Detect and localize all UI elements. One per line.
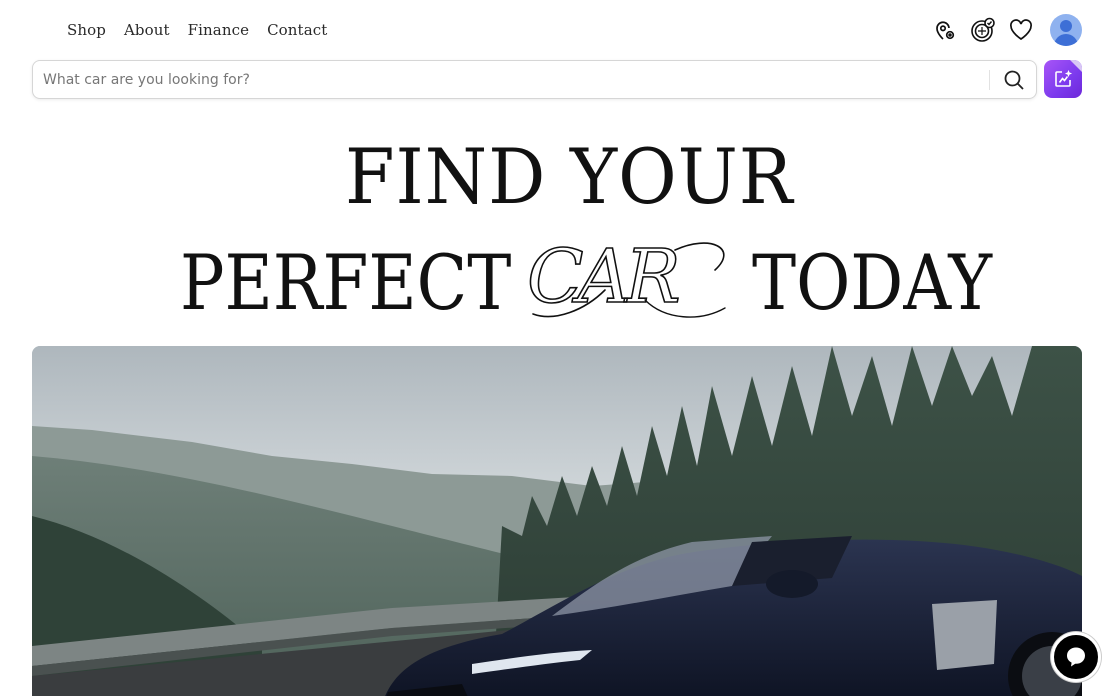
headline-line-2-left: PERFECT: [180, 238, 512, 327]
sparkle-edit-icon: [1055, 69, 1073, 87]
search-bar: [32, 60, 1037, 99]
ai-assistant-button[interactable]: [1044, 60, 1082, 98]
hero-video[interactable]: [32, 346, 1082, 696]
dealer-badge-icon[interactable]: [970, 17, 996, 43]
hero-car-scene: [32, 346, 1082, 696]
car-side-blade: [932, 600, 997, 670]
location-pin-icon[interactable]: [932, 17, 958, 43]
headline-line-2-right: TODAY: [752, 238, 993, 327]
chat-bubble-icon: [1067, 647, 1085, 667]
car-mirror: [766, 570, 818, 598]
nav-about[interactable]: About: [124, 20, 170, 40]
nav-shop[interactable]: Shop: [67, 20, 106, 40]
headline-line-1: FIND YOUR: [345, 132, 794, 221]
search-divider: [989, 70, 990, 90]
user-avatar[interactable]: [1050, 14, 1082, 46]
main-nav: Shop About Finance Contact: [67, 20, 327, 40]
ai-button-corner: [1070, 60, 1082, 72]
header-actions: [932, 14, 1082, 46]
chat-button[interactable]: [1051, 632, 1101, 682]
nav-finance[interactable]: Finance: [188, 20, 249, 40]
avatar-body-shape: [1054, 34, 1078, 46]
headline-script-car: CAR: [526, 233, 726, 321]
nav-contact[interactable]: Contact: [267, 20, 327, 40]
heart-icon[interactable]: [1008, 17, 1034, 43]
avatar-head-shape: [1060, 20, 1072, 32]
search-icon[interactable]: [1003, 69, 1025, 91]
search-input[interactable]: [43, 61, 983, 98]
script-car-text: CAR: [527, 234, 678, 320]
